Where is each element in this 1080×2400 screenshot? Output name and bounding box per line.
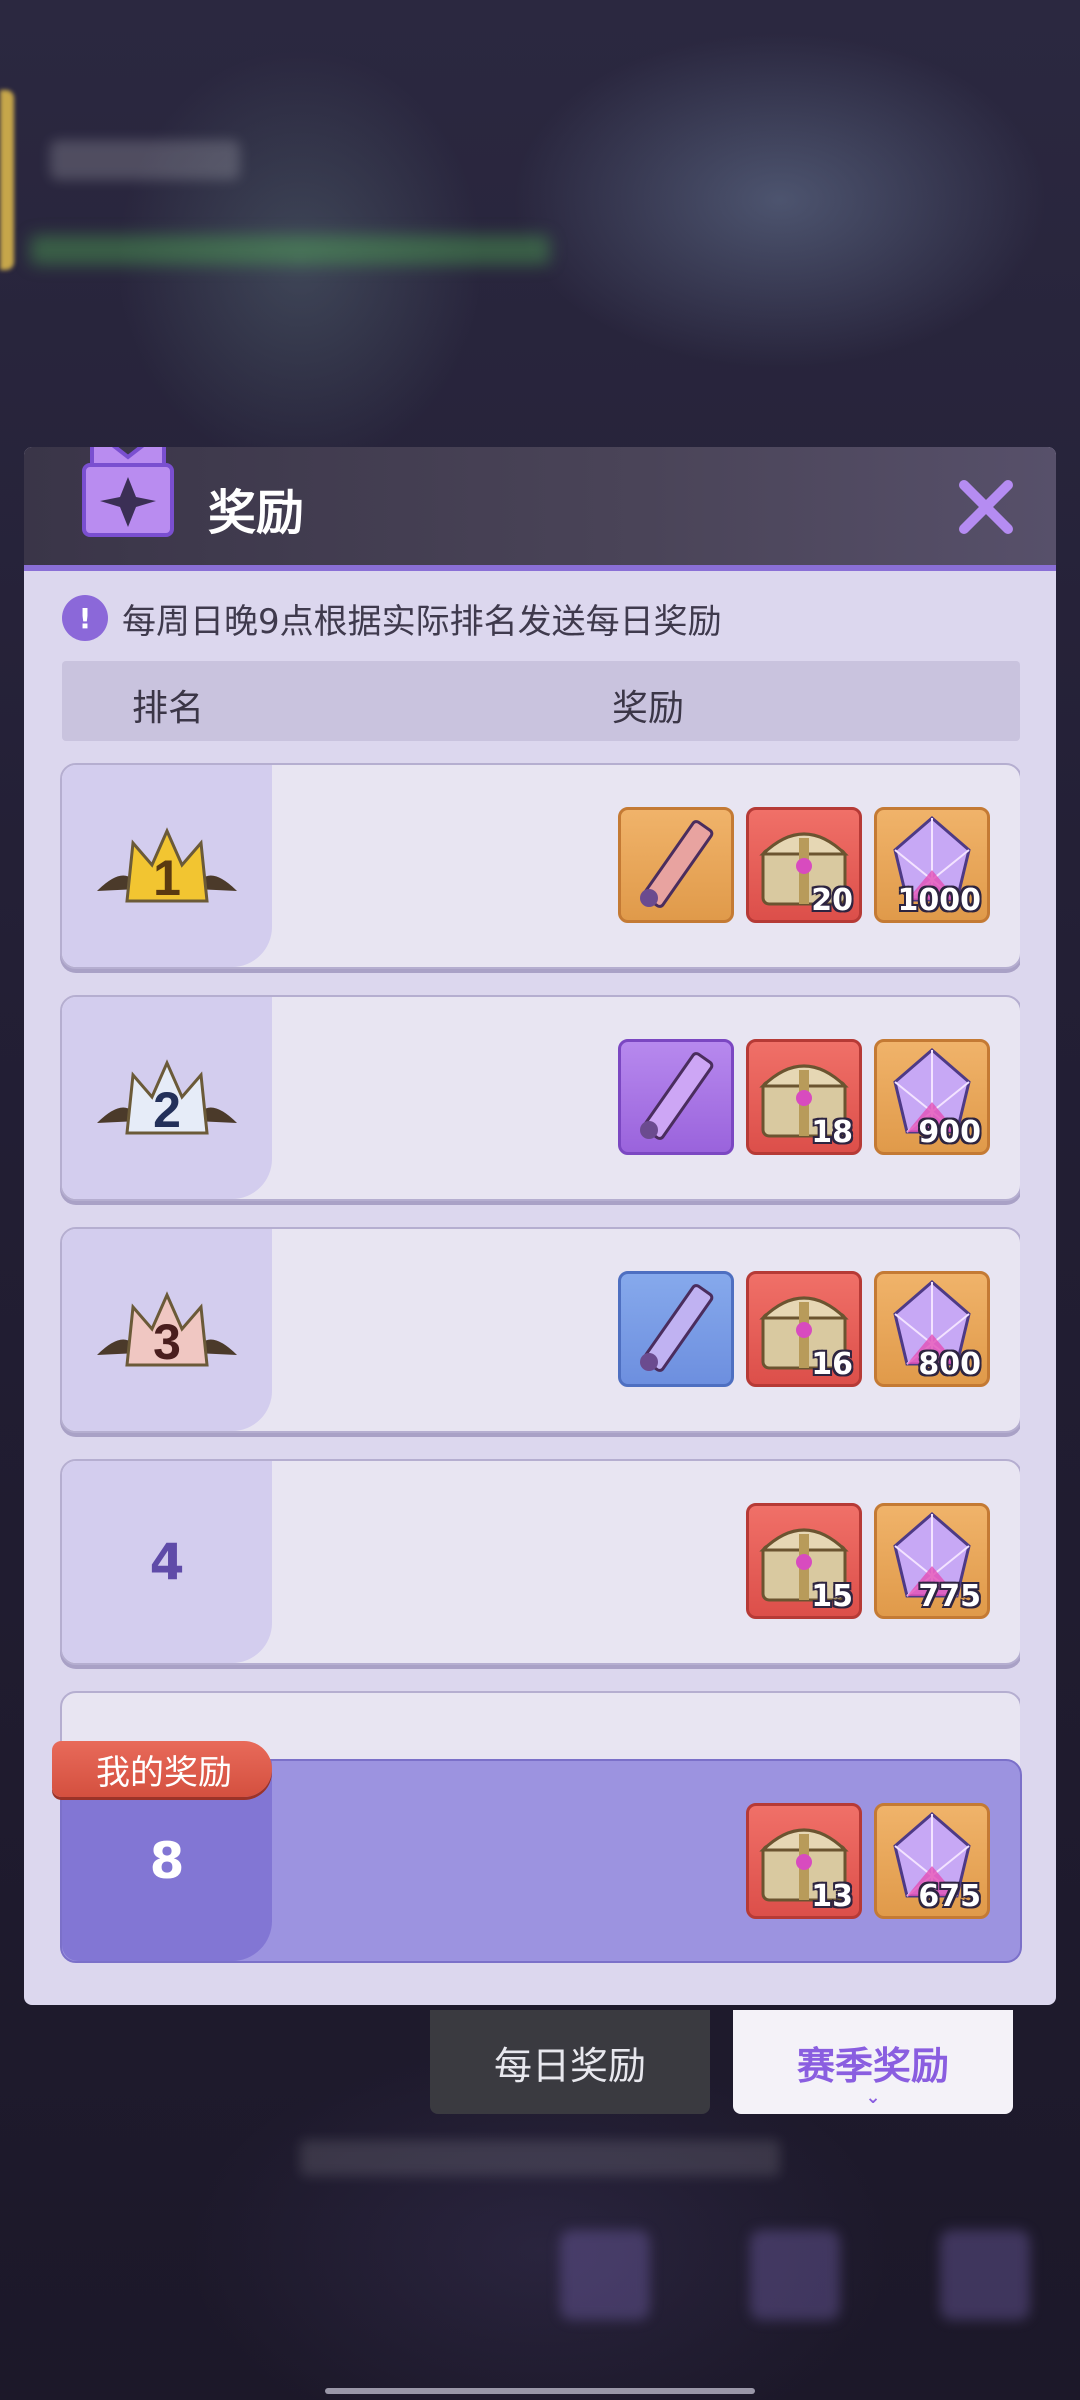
reward-items: 16 800 [618, 1271, 990, 1387]
rank-number: 4 [149, 1533, 185, 1591]
reward-item-scroll-purple[interactable] [618, 1039, 734, 1155]
reward-item-crystal[interactable]: 1000 [874, 807, 990, 923]
background-blurred-label [50, 140, 240, 180]
table-header: 排名 奖励 [62, 661, 1020, 741]
alert-icon: ! [62, 595, 108, 641]
gift-icon [82, 447, 174, 537]
reward-item-treasure-chest[interactable]: 13 [746, 1803, 862, 1919]
scroll-orange-icon [640, 820, 714, 908]
chevron-down-icon: ⌄ [865, 2087, 881, 2108]
tab-season-label: 赛季奖励 [796, 2043, 949, 2088]
background-blurred-button [940, 2230, 1030, 2320]
crown-number: 2 [153, 1082, 181, 1138]
reward-item-scroll-blue[interactable] [618, 1271, 734, 1387]
item-quantity: 20 [811, 883, 853, 918]
reward-item-treasure-chest[interactable]: 18 [746, 1039, 862, 1155]
reward-items: 15 775 [746, 1503, 990, 1619]
background-blurred-button [750, 2230, 840, 2320]
reward-items: 20 1000 [618, 807, 990, 923]
reward-item-scroll-orange[interactable] [618, 807, 734, 923]
item-quantity: 800 [918, 1347, 981, 1382]
gold-crown-icon: 1 [97, 813, 237, 923]
background-blurred-bar [30, 235, 550, 265]
background-frame [0, 90, 14, 270]
reward-item-crystal[interactable]: 900 [874, 1039, 990, 1155]
my-reward-items: 13 675 [746, 1803, 990, 1919]
reward-items: 18 900 [618, 1039, 990, 1155]
item-quantity: 16 [811, 1347, 853, 1382]
reward-item-treasure-chest[interactable]: 16 [746, 1271, 862, 1387]
silver-crown-icon: 2 [97, 1045, 237, 1155]
item-quantity: 18 [811, 1115, 853, 1150]
item-quantity: 15 [811, 1579, 853, 1614]
item-quantity: 675 [918, 1879, 981, 1914]
background-blurred-button [560, 2230, 650, 2320]
rank-row: 1 20 1000 [60, 763, 1020, 969]
rank-row: 3 16 800 [60, 1227, 1020, 1433]
close-icon[interactable] [956, 477, 1016, 537]
notice-bar: ! 每周日晚9点根据实际排名发送每日奖励 [62, 593, 722, 643]
background-blurred-caption [300, 2140, 780, 2176]
reward-item-crystal[interactable]: 800 [874, 1271, 990, 1387]
notice-text: 每周日晚9点根据实际排名发送每日奖励 [122, 601, 722, 642]
panel-title: 奖励 [208, 485, 305, 541]
column-header-rank: 排名 [132, 688, 205, 729]
my-reward-tag: 我的奖励 [52, 1741, 272, 1797]
crown-number: 3 [153, 1314, 181, 1370]
crown-number: 1 [153, 850, 181, 906]
my-reward-row: 8 我的奖励 13 675 [52, 1741, 1022, 1963]
bronze-crown-icon: 3 [97, 1277, 237, 1387]
item-quantity: 775 [918, 1579, 981, 1614]
tab-season-reward[interactable]: 赛季奖励 ⌄ [733, 2010, 1013, 2114]
reward-item-treasure-chest[interactable]: 20 [746, 807, 862, 923]
column-header-reward: 奖励 [612, 688, 685, 729]
home-indicator [325, 2388, 755, 2394]
rank-row: 2 18 900 [60, 995, 1020, 1201]
tab-daily-reward[interactable]: 每日奖励 [430, 2010, 710, 2114]
reward-item-treasure-chest[interactable]: 15 [746, 1503, 862, 1619]
scroll-purple-icon [640, 1052, 714, 1140]
rank-row: 4 15 775 [60, 1459, 1020, 1665]
reward-item-crystal[interactable]: 675 [874, 1803, 990, 1919]
panel-header: 奖励 [24, 447, 1056, 571]
item-quantity: 1000 [897, 883, 982, 918]
item-quantity: 13 [811, 1879, 853, 1914]
reward-item-crystal[interactable]: 775 [874, 1503, 990, 1619]
item-quantity: 900 [918, 1115, 981, 1150]
scroll-blue-icon [640, 1284, 714, 1372]
reward-panel: 奖励 ! 每周日晚9点根据实际排名发送每日奖励 排名 奖励 1 20 1000 2 18… [24, 447, 1056, 2005]
